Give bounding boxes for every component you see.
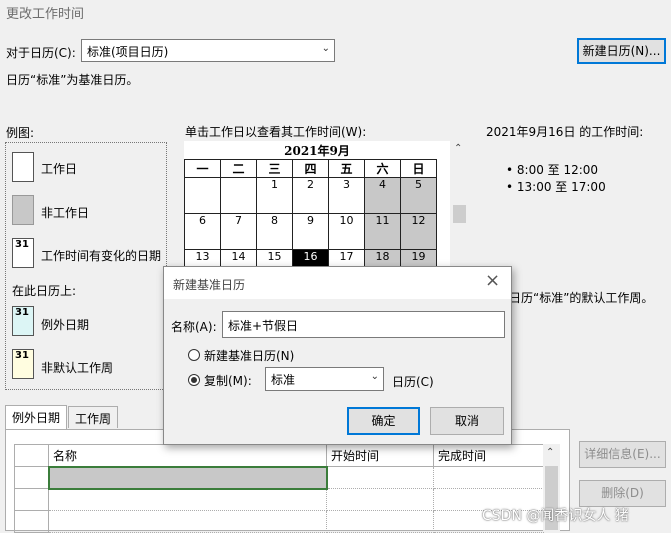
close-icon[interactable]: ×: [485, 270, 500, 291]
copy-calendar-value: 标准: [271, 373, 296, 387]
weekday-header: 一: [184, 159, 221, 178]
dialog-title: 新建基准日历: [173, 278, 246, 292]
calendar-day[interactable]: 7: [220, 213, 257, 250]
worktime-slot: • 8:00 至 12:00: [506, 163, 599, 177]
working-day-swatch: [12, 152, 34, 182]
scrollbar-thumb[interactable]: [453, 205, 466, 223]
option-copy[interactable]: 复制(M):: [188, 372, 258, 388]
table-cell[interactable]: [47, 465, 328, 490]
weekday-header: 四: [292, 159, 329, 178]
calendar-day[interactable]: 4: [364, 177, 401, 214]
option-new-base-label: 新建基准日历(N): [204, 349, 295, 363]
calendar-day[interactable]: 9: [292, 213, 329, 250]
option-copy-label: 复制(M):: [204, 374, 252, 388]
watermark: CSDN @闻香识女人 猪: [482, 508, 629, 524]
exceptions-table: 名称 开始时间 完成时间: [14, 444, 544, 533]
on-calendar-label: 在此日历上:: [12, 284, 77, 298]
table-cell[interactable]: [326, 488, 434, 511]
row-header[interactable]: [14, 488, 49, 511]
table-cell[interactable]: [326, 466, 434, 489]
nondefault-week-swatch: 31: [12, 349, 34, 379]
calendar-day[interactable]: 3: [328, 177, 365, 214]
calendar-day[interactable]: 12: [400, 213, 437, 250]
month-calendar: 2021年9月 一 二 三 四 五 六 日 1 2 3 4 5 6 7 8 9 …: [184, 141, 450, 286]
row-header[interactable]: [14, 510, 49, 533]
row-header[interactable]: [14, 466, 49, 489]
calendar-day[interactable]: 6: [184, 213, 221, 250]
new-base-calendar-dialog: 新建基准日历 × 名称(A): 标准+节假日 新建基准日历(N) 复制(M): …: [163, 266, 512, 445]
cancel-button[interactable]: 取消: [430, 407, 504, 435]
calendar-day[interactable]: 8: [256, 213, 293, 250]
chevron-down-icon: ⌄: [321, 43, 330, 54]
weekday-header: 二: [220, 159, 257, 178]
exception-day-swatch: 31: [12, 306, 34, 336]
nonworking-day-label: 非工作日: [41, 206, 90, 220]
ok-button[interactable]: 确定: [347, 407, 420, 435]
weekday-header: 六: [364, 159, 401, 178]
weekday-header: 三: [256, 159, 293, 178]
month-title: 2021年9月: [284, 144, 350, 158]
name-label: 名称(A):: [171, 320, 217, 334]
chevron-up-icon[interactable]: ⌃: [546, 447, 554, 458]
name-field[interactable]: 标准+节假日: [222, 311, 505, 338]
radio-copy[interactable]: [188, 374, 200, 386]
table-cell[interactable]: [326, 510, 434, 533]
copy-calendar-select[interactable]: 标准 ⌄: [265, 367, 384, 391]
nonworking-day-swatch: [12, 195, 34, 225]
column-header[interactable]: 开始时间: [326, 444, 434, 467]
for-calendar-label: 对于日历(C):: [6, 46, 76, 60]
worktime-slot-text: 8:00 至 12:00: [516, 163, 599, 177]
table-cell[interactable]: [433, 466, 544, 489]
calendar-day[interactable]: 10: [328, 213, 365, 250]
radio-new-base[interactable]: [188, 349, 200, 361]
worktime-footnote: 日历“标准”的默认工作周。: [509, 291, 654, 305]
base-calendar-note: 日历“标准”为基准日历。: [6, 73, 139, 87]
nondefault-week-label: 非默认工作周: [41, 361, 114, 375]
worktime-slot: • 13:00 至 17:00: [506, 180, 606, 194]
weekday-header: 五: [328, 159, 365, 178]
changed-day-swatch: 31: [12, 238, 34, 268]
dialog-titlebar: 新建基准日历 ×: [164, 267, 511, 299]
exception-day-label: 例外日期: [41, 318, 90, 332]
calendar-day[interactable]: [220, 177, 257, 214]
window-title: 更改工作时间: [6, 7, 85, 22]
tab-exceptions[interactable]: 例外日期: [5, 405, 68, 429]
option-new-base[interactable]: 新建基准日历(N): [188, 347, 338, 363]
copy-suffix-label: 日历(C): [392, 375, 434, 389]
new-calendar-button[interactable]: 新建日历(N)...: [577, 38, 666, 64]
calendar-day[interactable]: 5: [400, 177, 437, 214]
legend-title: 例图:: [6, 126, 35, 140]
chevron-down-icon: ⌄: [370, 371, 379, 382]
calendar-scrollbar[interactable]: ⌃: [451, 141, 468, 267]
worktime-slot-text: 13:00 至 17:00: [516, 180, 606, 194]
weekday-header: 日: [400, 159, 437, 178]
column-header: [14, 444, 49, 467]
calendar-day[interactable]: 11: [364, 213, 401, 250]
column-header[interactable]: 完成时间: [433, 444, 544, 467]
delete-button[interactable]: 删除(D): [579, 480, 666, 507]
tab-work-weeks[interactable]: 工作周: [68, 406, 119, 428]
calendar-day[interactable]: 2: [292, 177, 329, 214]
chevron-up-icon[interactable]: ⌃: [454, 143, 462, 154]
calendar-select-value: 标准(项目日历): [87, 45, 169, 59]
table-cell[interactable]: [48, 488, 327, 511]
changed-day-label: 工作时间有变化的日期: [41, 249, 162, 263]
calendar-day[interactable]: [184, 177, 221, 214]
table-cell[interactable]: [48, 510, 327, 533]
name-field-value: 标准+节假日: [228, 319, 299, 333]
column-header[interactable]: 名称: [48, 444, 327, 467]
details-button[interactable]: 详细信息(E)...: [579, 441, 666, 468]
calendar-instruction: 单击工作日以查看其工作时间(W):: [185, 125, 367, 139]
worktime-heading: 2021年9月16日 的工作时间:: [486, 125, 644, 139]
working-day-label: 工作日: [41, 162, 78, 176]
calendar-day[interactable]: 1: [256, 177, 293, 214]
calendar-select[interactable]: 标准(项目日历) ⌄: [81, 39, 335, 62]
